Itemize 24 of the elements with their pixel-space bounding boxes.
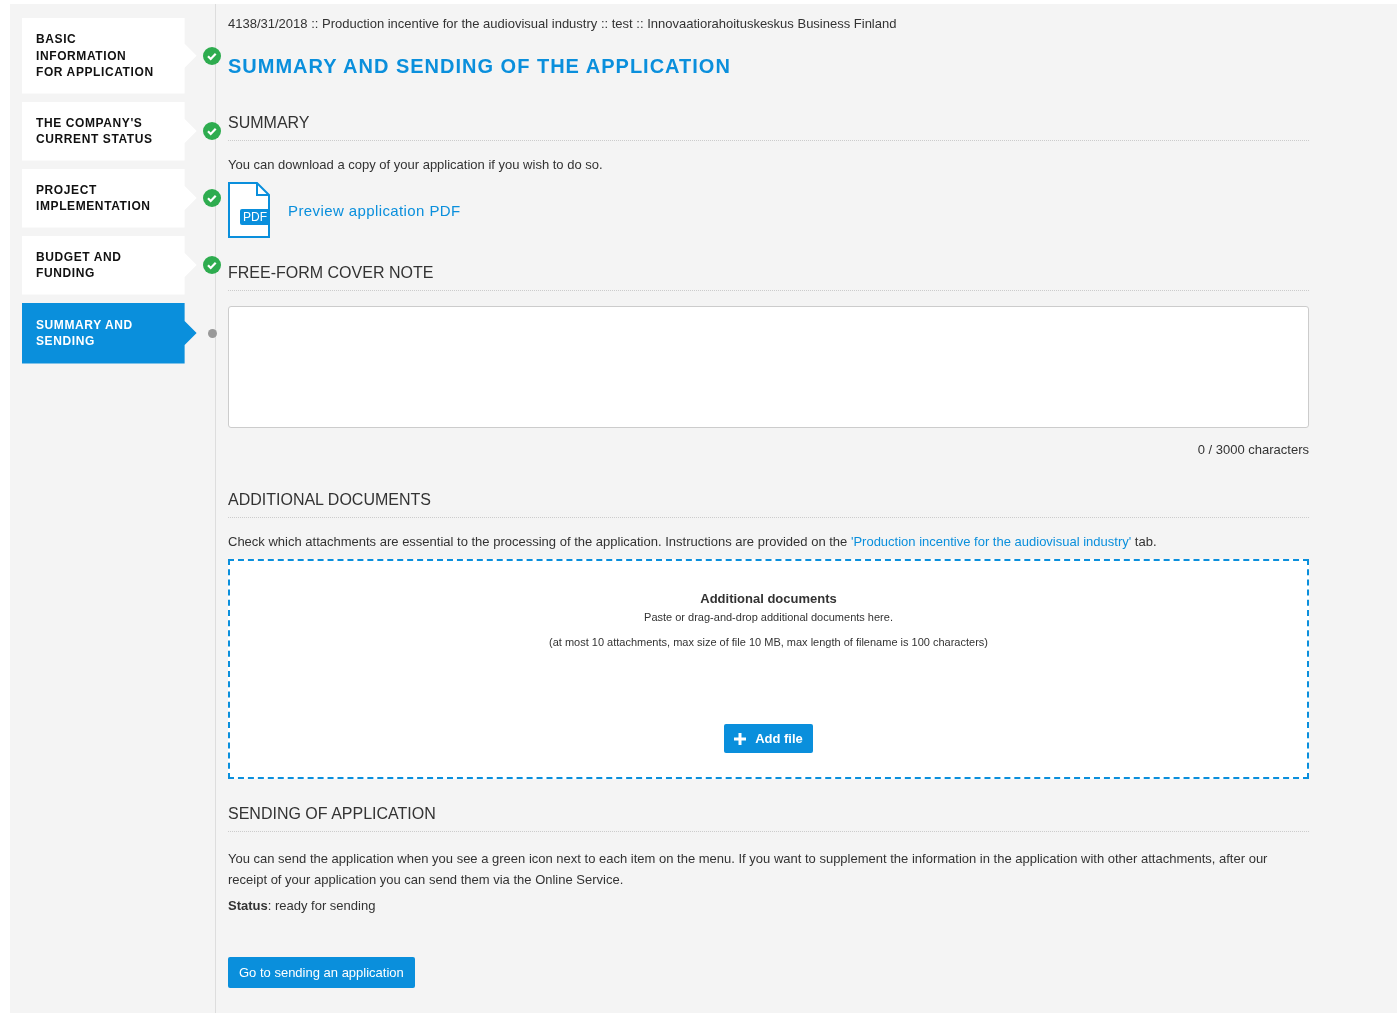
- plus-icon: [734, 732, 747, 745]
- menu-item[interactable]: THE COMPANY'S CURRENT STATUS: [22, 101, 197, 161]
- add-file-button[interactable]: Add file: [724, 724, 813, 753]
- drop-zone[interactable]: Additional documents Paste or drag-and-drop additional documents here. (at most 10 attachments, max size of file 10 MB, max length of filename is 100 characters) Add file: [228, 559, 1309, 779]
- page-title: SUMMARY AND SENDING OF THE APPLICATION: [228, 55, 732, 78]
- sending-text: You can send the application when you see a green icon next to each item on the menu. If you want to supplement the information in the application with other attachments, after our receipt of your application you can send them via the Online Service.: [228, 850, 1269, 889]
- section-heading: SENDING OF APPLICATION: [228, 805, 1309, 832]
- instructions-text: Check which attachments are essential to the processing of the application. Instructions are provided on the 'Production incentive for the audiovisual industry' tab.: [228, 534, 1158, 549]
- section-heading: FREE-FORM COVER NOTE: [228, 264, 1309, 291]
- summary-text: You can download a copy of your application if you wish to do so.: [228, 157, 604, 172]
- menu-item[interactable]: SUMMARY AND SENDING: [22, 302, 197, 364]
- drop-zone-hint: Paste or drag-and-drop additional documents here.: [644, 611, 893, 623]
- status-text: Status: ready for sending: [228, 898, 377, 913]
- character-counter: 0 / 3000 characters: [1196, 442, 1309, 457]
- drop-zone-title: Additional documents: [700, 591, 837, 606]
- section-heading: ADDITIONAL DOCUMENTS: [228, 491, 1309, 518]
- menu-item[interactable]: PROJECT IMPLEMENTATION: [22, 168, 197, 228]
- drop-zone-limits: (at most 10 attachments, max size of file 10 MB, max length of filename is 100 characters): [549, 636, 988, 648]
- breadcrumb: 4138/31/2018 :: Production incentive for the audiovisual industry :: test :: Innovaatiorahoituskeskus Business Finland: [228, 16, 898, 31]
- cover-note-field[interactable]: [228, 306, 1309, 428]
- send-application-button[interactable]: Go to sending an application: [228, 957, 415, 988]
- menu-item[interactable]: BUDGET AND FUNDING: [22, 235, 197, 295]
- section-heading: SUMMARY: [228, 114, 1309, 141]
- menu-item[interactable]: BASIC INFORMATION FOR APPLICATION: [22, 18, 197, 94]
